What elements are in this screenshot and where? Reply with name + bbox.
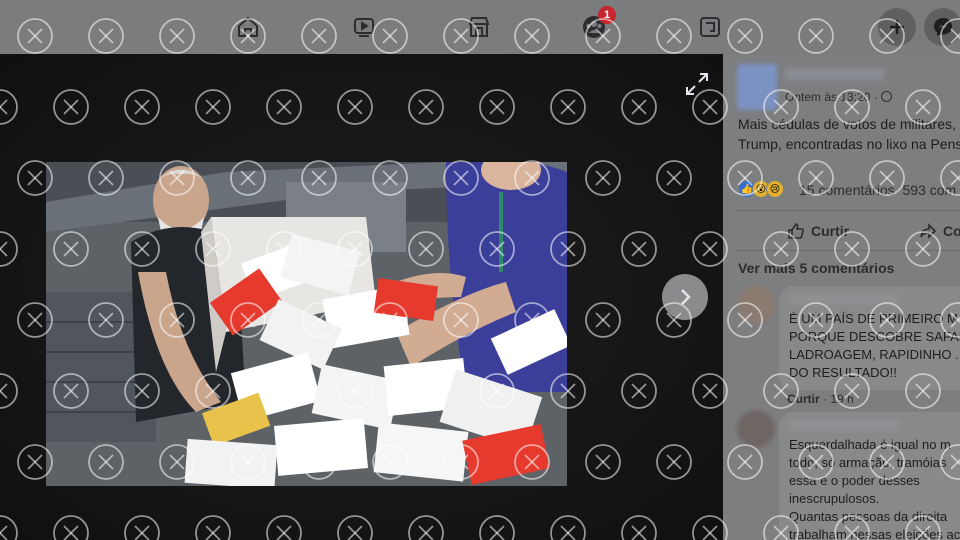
like-label: Curtir: [811, 223, 850, 239]
groups-icon[interactable]: 1: [578, 6, 616, 43]
notification-badge: 1: [598, 6, 616, 24]
post-timestamp[interactable]: Ontem às 13:20 ·: [785, 90, 893, 104]
comment-line: LADROAGEM, RAPIDINHO .: [789, 347, 959, 362]
comment-label: Comentar: [943, 223, 960, 239]
share-arrow-icon: [920, 223, 937, 239]
commenter-name[interactable]: [789, 294, 899, 304]
post-photo[interactable]: [46, 162, 567, 486]
comment-line: trabalham nessas eleições ac: [789, 527, 960, 540]
post-text-line: Trump, encontradas no lixo na Pens: [738, 136, 960, 152]
gaming-icon[interactable]: [694, 11, 726, 43]
comments-count[interactable]: 15 comentários: [799, 182, 895, 198]
comment-line: inescrupulosos.: [789, 491, 880, 506]
video-icon[interactable]: [348, 11, 380, 43]
shares-count[interactable]: 593 com: [903, 182, 957, 198]
sad-reaction-icon: 😢: [766, 180, 784, 198]
comment-line: É UM PAÍS DE PRIMEIRO M: [789, 311, 958, 326]
comment-line: Quantas pessoas da direita: [789, 509, 948, 524]
home-icon[interactable]: [232, 11, 264, 43]
comment-time[interactable]: 19 h: [830, 392, 853, 406]
engagement-counts: 15 comentários 593 com: [799, 182, 956, 198]
next-photo-button[interactable]: [662, 274, 708, 320]
chevron-right-icon: [681, 289, 691, 305]
comment-line: essa é o poder desses: [789, 473, 920, 488]
comment-button[interactable]: Comentar: [919, 222, 960, 240]
thumbs-up-icon: [788, 223, 804, 239]
comment-line: Esquerdalhada é igual no m: [789, 437, 951, 452]
divider: [735, 210, 960, 211]
post-details-panel: Ontem às 13:20 · Mais cédulas de votos d…: [723, 54, 960, 540]
marketplace-icon[interactable]: [463, 11, 495, 43]
messenger-icon[interactable]: [924, 8, 960, 46]
author-name[interactable]: [785, 68, 885, 80]
commenter-avatar[interactable]: [737, 286, 775, 324]
photo-viewer: [0, 54, 723, 540]
view-more-comments-link[interactable]: Ver mais 5 comentários: [738, 260, 894, 276]
author-avatar[interactable]: [737, 64, 777, 110]
post-text-line: Mais cédulas de votos de militares,: [738, 116, 956, 132]
timestamp-text: Ontem às 13:20 ·: [785, 90, 878, 104]
comment-bubble: Esquerdalhada é igual no m todo, só arma…: [779, 412, 960, 540]
divider: [735, 250, 960, 251]
comment-line: DO RESULTADO!!: [789, 365, 897, 380]
comment-line: PORQUE DESCOBRE SAFAD: [789, 329, 960, 344]
reactions-summary[interactable]: 👍 😮 😢: [738, 180, 784, 198]
commenter-name[interactable]: [789, 420, 899, 430]
comment-line: todo, só armação, tramóias: [789, 455, 947, 470]
like-button[interactable]: Curtir: [787, 222, 849, 240]
top-navigation-bar: 1: [0, 0, 960, 54]
commenter-avatar[interactable]: [737, 410, 775, 448]
comment-bubble: É UM PAÍS DE PRIMEIRO M PORQUE DESCOBRE …: [779, 286, 960, 390]
expand-icon[interactable]: [683, 70, 711, 98]
post-text: Mais cédulas de votos de militares, Trum…: [738, 114, 960, 154]
globe-icon: [881, 91, 893, 102]
comment-like-link[interactable]: Curtir: [787, 392, 820, 406]
plus-icon[interactable]: [878, 8, 916, 46]
comment-meta: Curtir · 19 h: [787, 392, 854, 406]
